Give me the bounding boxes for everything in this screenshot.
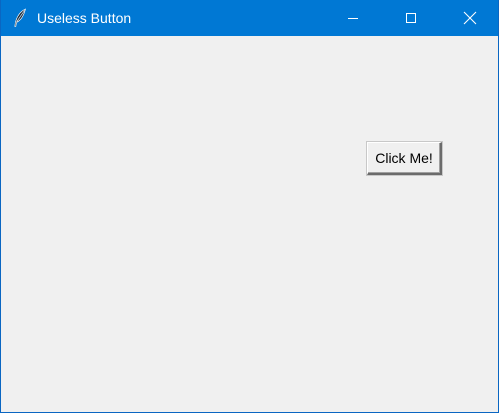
window-title: Useless Button xyxy=(37,10,132,26)
title-bar[interactable]: Useless Button xyxy=(1,0,498,36)
window-client-area: Click Me! xyxy=(1,36,498,412)
click-me-button[interactable]: Click Me! xyxy=(367,142,442,175)
minimize-icon xyxy=(347,12,359,24)
close-icon xyxy=(463,11,477,25)
close-button[interactable] xyxy=(447,0,493,36)
minimize-button[interactable] xyxy=(330,0,376,36)
maximize-icon xyxy=(405,12,417,24)
app-window: Useless Button Click Me! xyxy=(0,0,499,413)
maximize-button[interactable] xyxy=(388,0,434,36)
feather-icon xyxy=(12,8,28,28)
